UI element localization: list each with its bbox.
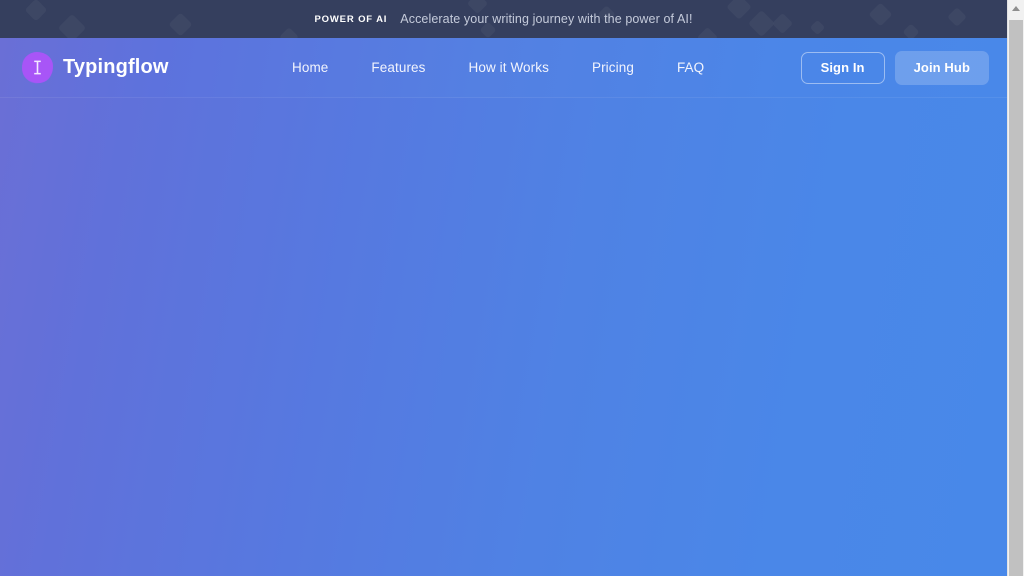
decorative-diamond — [279, 27, 299, 38]
scrollbar-thumb[interactable] — [1009, 20, 1023, 576]
hero-section — [0, 98, 1007, 576]
sign-in-button[interactable]: Sign In — [800, 51, 885, 84]
decorative-diamond — [868, 2, 893, 27]
announcement-message: Accelerate your writing journey with the… — [400, 12, 693, 26]
header-actions: Sign In Join Hub — [800, 50, 989, 85]
nav-link-home[interactable]: Home — [292, 60, 328, 75]
decorative-diamond — [902, 23, 920, 38]
decorative-diamond — [168, 12, 193, 37]
nav-link-features[interactable]: Features — [371, 60, 425, 75]
decorative-diamond — [748, 10, 775, 37]
decorative-diamond — [726, 0, 752, 20]
scrollbar-up-button[interactable] — [1008, 0, 1024, 17]
announcement-badge: POWER OF AI — [314, 13, 388, 25]
site-header: Typingflow Home Features How it Works Pr… — [0, 38, 1007, 98]
vertical-scrollbar[interactable] — [1007, 0, 1024, 576]
primary-nav: Home Features How it Works Pricing FAQ — [292, 60, 704, 75]
decorative-diamond — [771, 12, 794, 35]
announcement-bar: POWER OF AI Accelerate your writing jour… — [0, 0, 1007, 38]
text-cursor-brain-icon — [15, 45, 60, 90]
browser-viewport: POWER OF AI Accelerate your writing jour… — [0, 0, 1007, 576]
decorative-diamond — [696, 26, 719, 38]
brand-name: Typingflow — [63, 56, 169, 78]
nav-link-faq[interactable]: FAQ — [677, 60, 704, 75]
decorative-diamond — [24, 0, 48, 22]
brand-logo-link[interactable]: Typingflow — [15, 45, 169, 90]
decorative-diamond — [57, 13, 87, 38]
join-hub-button[interactable]: Join Hub — [894, 50, 989, 85]
chevron-up-icon — [1012, 6, 1020, 11]
decorative-diamond — [947, 7, 967, 27]
decorative-diamond — [809, 19, 826, 36]
nav-link-how-it-works[interactable]: How it Works — [469, 60, 549, 75]
i-beam-cursor-icon — [34, 60, 41, 75]
nav-link-pricing[interactable]: Pricing — [592, 60, 634, 75]
